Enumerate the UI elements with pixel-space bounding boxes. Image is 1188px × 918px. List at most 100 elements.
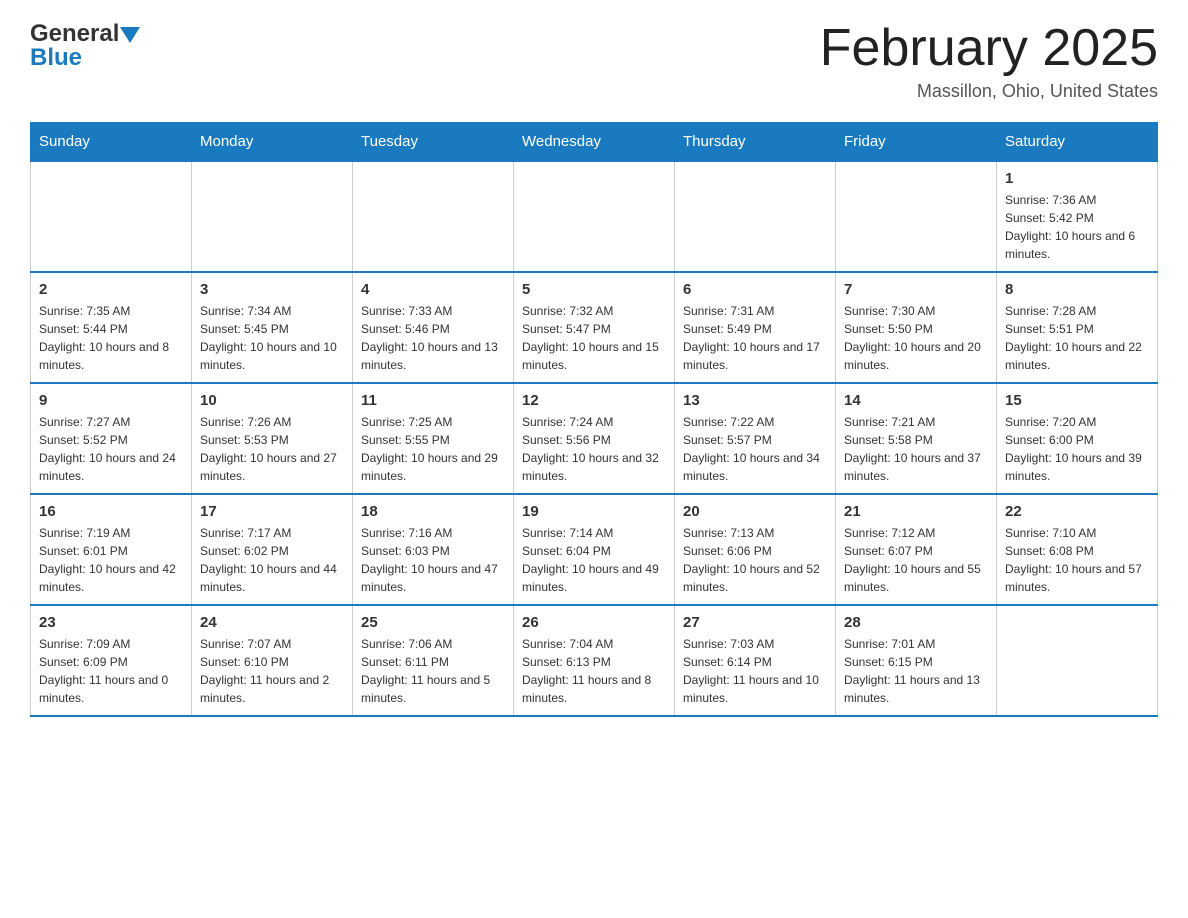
day-number: 8 xyxy=(1005,281,1149,298)
logo-arrow-icon xyxy=(120,27,140,43)
day-number: 28 xyxy=(844,614,988,631)
logo-blue-text: Blue xyxy=(30,44,82,72)
day-info: Sunrise: 7:28 AM Sunset: 5:51 PM Dayligh… xyxy=(1005,302,1149,374)
weekday-header-tuesday: Tuesday xyxy=(353,123,514,162)
calendar-cell: 7 Sunrise: 7:30 AM Sunset: 5:50 PM Daylig… xyxy=(836,272,997,383)
day-number: 7 xyxy=(844,281,988,298)
day-number: 6 xyxy=(683,281,827,298)
day-number: 22 xyxy=(1005,503,1149,520)
calendar-cell: 18 Sunrise: 7:16 AM Sunset: 6:03 PM Dayli… xyxy=(353,494,514,605)
day-info: Sunrise: 7:34 AM Sunset: 5:45 PM Dayligh… xyxy=(200,302,344,374)
day-number: 5 xyxy=(522,281,666,298)
day-number: 25 xyxy=(361,614,505,631)
calendar-table: SundayMondayTuesdayWednesdayThursdayFrid… xyxy=(30,122,1158,717)
day-info: Sunrise: 7:17 AM Sunset: 6:02 PM Dayligh… xyxy=(200,524,344,596)
calendar-cell xyxy=(31,161,192,272)
calendar-cell: 5 Sunrise: 7:32 AM Sunset: 5:47 PM Daylig… xyxy=(514,272,675,383)
day-info: Sunrise: 7:06 AM Sunset: 6:11 PM Dayligh… xyxy=(361,635,505,707)
day-number: 17 xyxy=(200,503,344,520)
day-info: Sunrise: 7:12 AM Sunset: 6:07 PM Dayligh… xyxy=(844,524,988,596)
day-number: 9 xyxy=(39,392,183,409)
calendar-cell: 22Sunrise: 7:10 AM Sunset: 6:08 PM Dayli… xyxy=(997,494,1158,605)
day-info: Sunrise: 7:35 AM Sunset: 5:44 PM Dayligh… xyxy=(39,302,183,374)
calendar-header-row: SundayMondayTuesdayWednesdayThursdayFrid… xyxy=(31,123,1158,162)
day-info: Sunrise: 7:30 AM Sunset: 5:50 PM Dayligh… xyxy=(844,302,988,374)
weekday-header-monday: Monday xyxy=(192,123,353,162)
day-info: Sunrise: 7:32 AM Sunset: 5:47 PM Dayligh… xyxy=(522,302,666,374)
day-number: 23 xyxy=(39,614,183,631)
weekday-header-wednesday: Wednesday xyxy=(514,123,675,162)
day-info: Sunrise: 7:07 AM Sunset: 6:10 PM Dayligh… xyxy=(200,635,344,707)
day-info: Sunrise: 7:20 AM Sunset: 6:00 PM Dayligh… xyxy=(1005,413,1149,485)
weekday-header-thursday: Thursday xyxy=(675,123,836,162)
calendar-cell xyxy=(514,161,675,272)
day-number: 16 xyxy=(39,503,183,520)
day-info: Sunrise: 7:21 AM Sunset: 5:58 PM Dayligh… xyxy=(844,413,988,485)
calendar-cell: 16 Sunrise: 7:19 AM Sunset: 6:01 PM Dayli… xyxy=(31,494,192,605)
calendar-cell: 25 Sunrise: 7:06 AM Sunset: 6:11 PM Dayli… xyxy=(353,605,514,716)
day-number: 4 xyxy=(361,281,505,298)
weekday-header-friday: Friday xyxy=(836,123,997,162)
day-info: Sunrise: 7:19 AM Sunset: 6:01 PM Dayligh… xyxy=(39,524,183,596)
calendar-cell: 3 Sunrise: 7:34 AM Sunset: 5:45 PM Daylig… xyxy=(192,272,353,383)
calendar-week-row: 1Sunrise: 7:36 AM Sunset: 5:42 PM Daylig… xyxy=(31,161,1158,272)
day-info: Sunrise: 7:31 AM Sunset: 5:49 PM Dayligh… xyxy=(683,302,827,374)
calendar-cell: 10Sunrise: 7:26 AM Sunset: 5:53 PM Dayli… xyxy=(192,383,353,494)
day-number: 12 xyxy=(522,392,666,409)
day-number: 20 xyxy=(683,503,827,520)
day-info: Sunrise: 7:22 AM Sunset: 5:57 PM Dayligh… xyxy=(683,413,827,485)
calendar-cell: 1Sunrise: 7:36 AM Sunset: 5:42 PM Daylig… xyxy=(997,161,1158,272)
day-number: 15 xyxy=(1005,392,1149,409)
calendar-cell: 26Sunrise: 7:04 AM Sunset: 6:13 PM Dayli… xyxy=(514,605,675,716)
calendar-cell: 20 Sunrise: 7:13 AM Sunset: 6:06 PM Dayli… xyxy=(675,494,836,605)
calendar-week-row: 9 Sunrise: 7:27 AM Sunset: 5:52 PM Daylig… xyxy=(31,383,1158,494)
day-number: 3 xyxy=(200,281,344,298)
day-number: 21 xyxy=(844,503,988,520)
calendar-cell xyxy=(836,161,997,272)
logo: General Blue xyxy=(30,20,140,72)
day-number: 14 xyxy=(844,392,988,409)
calendar-cell: 8 Sunrise: 7:28 AM Sunset: 5:51 PM Daylig… xyxy=(997,272,1158,383)
day-number: 13 xyxy=(683,392,827,409)
location-subtitle: Massillon, Ohio, United States xyxy=(820,81,1158,102)
day-number: 19 xyxy=(522,503,666,520)
day-number: 10 xyxy=(200,392,344,409)
day-info: Sunrise: 7:27 AM Sunset: 5:52 PM Dayligh… xyxy=(39,413,183,485)
day-number: 2 xyxy=(39,281,183,298)
month-title: February 2025 xyxy=(820,20,1158,77)
day-info: Sunrise: 7:01 AM Sunset: 6:15 PM Dayligh… xyxy=(844,635,988,707)
calendar-cell xyxy=(675,161,836,272)
day-number: 11 xyxy=(361,392,505,409)
calendar-week-row: 2 Sunrise: 7:35 AM Sunset: 5:44 PM Daylig… xyxy=(31,272,1158,383)
day-info: Sunrise: 7:36 AM Sunset: 5:42 PM Dayligh… xyxy=(1005,191,1149,263)
calendar-cell: 2 Sunrise: 7:35 AM Sunset: 5:44 PM Daylig… xyxy=(31,272,192,383)
calendar-cell xyxy=(997,605,1158,716)
calendar-cell: 24Sunrise: 7:07 AM Sunset: 6:10 PM Dayli… xyxy=(192,605,353,716)
day-info: Sunrise: 7:24 AM Sunset: 5:56 PM Dayligh… xyxy=(522,413,666,485)
page-header: General Blue February 2025 Massillon, Oh… xyxy=(30,20,1158,102)
calendar-cell: 27 Sunrise: 7:03 AM Sunset: 6:14 PM Dayli… xyxy=(675,605,836,716)
calendar-cell: 11Sunrise: 7:25 AM Sunset: 5:55 PM Dayli… xyxy=(353,383,514,494)
title-area: February 2025 Massillon, Ohio, United St… xyxy=(820,20,1158,102)
calendar-cell: 9 Sunrise: 7:27 AM Sunset: 5:52 PM Daylig… xyxy=(31,383,192,494)
day-info: Sunrise: 7:16 AM Sunset: 6:03 PM Dayligh… xyxy=(361,524,505,596)
day-info: Sunrise: 7:03 AM Sunset: 6:14 PM Dayligh… xyxy=(683,635,827,707)
calendar-cell: 14 Sunrise: 7:21 AM Sunset: 5:58 PM Dayli… xyxy=(836,383,997,494)
calendar-cell: 13 Sunrise: 7:22 AM Sunset: 5:57 PM Dayli… xyxy=(675,383,836,494)
calendar-cell: 17 Sunrise: 7:17 AM Sunset: 6:02 PM Dayli… xyxy=(192,494,353,605)
calendar-cell xyxy=(353,161,514,272)
day-info: Sunrise: 7:13 AM Sunset: 6:06 PM Dayligh… xyxy=(683,524,827,596)
calendar-cell: 15 Sunrise: 7:20 AM Sunset: 6:00 PM Dayli… xyxy=(997,383,1158,494)
day-number: 27 xyxy=(683,614,827,631)
calendar-cell xyxy=(192,161,353,272)
day-info: Sunrise: 7:14 AM Sunset: 6:04 PM Dayligh… xyxy=(522,524,666,596)
calendar-cell: 6 Sunrise: 7:31 AM Sunset: 5:49 PM Daylig… xyxy=(675,272,836,383)
day-info: Sunrise: 7:09 AM Sunset: 6:09 PM Dayligh… xyxy=(39,635,183,707)
calendar-cell: 21 Sunrise: 7:12 AM Sunset: 6:07 PM Dayli… xyxy=(836,494,997,605)
calendar-cell: 12 Sunrise: 7:24 AM Sunset: 5:56 PM Dayli… xyxy=(514,383,675,494)
weekday-header-sunday: Sunday xyxy=(31,123,192,162)
day-info: Sunrise: 7:33 AM Sunset: 5:46 PM Dayligh… xyxy=(361,302,505,374)
calendar-cell: 23 Sunrise: 7:09 AM Sunset: 6:09 PM Dayli… xyxy=(31,605,192,716)
calendar-cell: 28 Sunrise: 7:01 AM Sunset: 6:15 PM Dayli… xyxy=(836,605,997,716)
day-number: 18 xyxy=(361,503,505,520)
